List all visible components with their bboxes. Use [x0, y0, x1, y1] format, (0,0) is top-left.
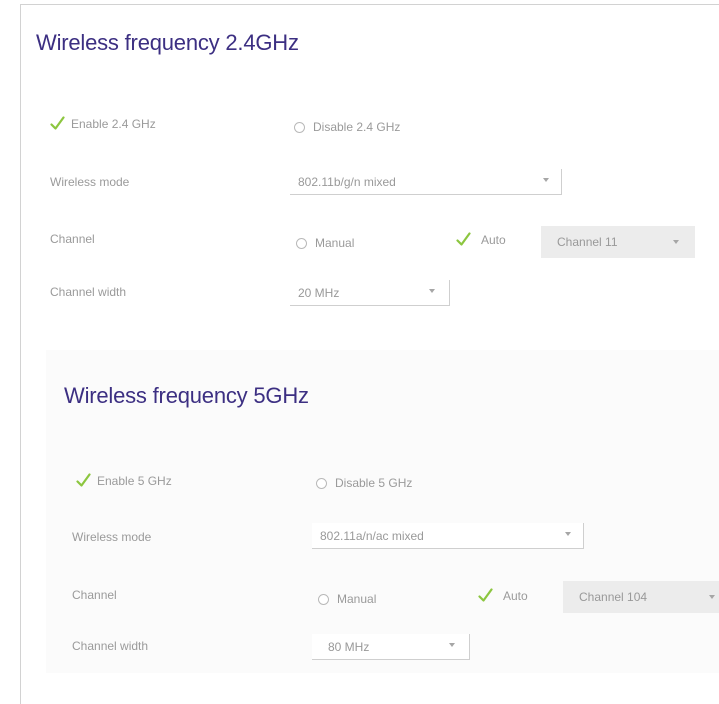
channel-select-2-4ghz[interactable]: Channel 11: [541, 226, 695, 258]
chevron-down-icon: [449, 643, 455, 647]
chevron-down-icon: [565, 532, 571, 536]
manual-label: Manual: [315, 236, 355, 250]
channel-label: Channel: [72, 588, 117, 602]
section-title-5ghz: Wireless frequency 5GHz: [64, 383, 309, 408]
wireless-mode-value: 802.11b/g/n mixed: [298, 174, 396, 189]
chevron-down-icon: [673, 240, 679, 244]
checkmark-icon: [50, 116, 65, 131]
disable-5ghz-label: Disable 5 GHz: [335, 476, 413, 490]
wireless-mode-value: 802.11a/n/ac mixed: [320, 528, 424, 543]
radio-icon: [316, 477, 327, 489]
enable-5ghz-label: Enable 5 GHz: [97, 473, 172, 488]
auto-label: Auto: [481, 232, 506, 247]
auto-label: Auto: [503, 588, 528, 603]
channel-width-label: Channel width: [72, 639, 149, 653]
disable-2-4ghz-label: Disable 2.4 GHz: [313, 120, 401, 134]
wireless-mode-select-5ghz[interactable]: 802.11a/n/ac mixed: [312, 523, 584, 549]
manual-label: Manual: [337, 592, 377, 606]
channel-select-5ghz[interactable]: Channel 104: [563, 581, 719, 613]
disable-2-4ghz-option[interactable]: Disable 2.4 GHz: [294, 120, 400, 134]
wireless-mode-select-2-4ghz[interactable]: 802.11b/g/n mixed: [290, 169, 562, 195]
checkmark-icon: [478, 588, 493, 603]
channel-auto-option-5ghz[interactable]: Auto: [478, 588, 528, 603]
channel-auto-option-2-4ghz[interactable]: Auto: [456, 232, 506, 247]
panel-border: [20, 349, 21, 704]
enable-2-4ghz-option[interactable]: Enable 2.4 GHz: [50, 116, 156, 131]
wireless-mode-label: Wireless mode: [72, 530, 152, 544]
radio-icon: [294, 121, 305, 133]
channel-width-value: 20 MHz: [298, 285, 340, 300]
checkmark-icon: [76, 473, 91, 488]
radio-icon: [318, 593, 329, 605]
disable-5ghz-option[interactable]: Disable 5 GHz: [316, 476, 412, 490]
channel-value: Channel 104: [579, 590, 648, 604]
channel-width-value: 80 MHz: [328, 639, 370, 654]
enable-5ghz-option[interactable]: Enable 5 GHz: [76, 473, 172, 488]
channel-width-select-2-4ghz[interactable]: 20 MHz: [290, 280, 450, 306]
channel-manual-option-5ghz[interactable]: Manual: [318, 592, 376, 606]
radio-icon: [296, 237, 307, 249]
channel-width-label: Channel width: [50, 285, 127, 299]
chevron-down-icon: [709, 595, 715, 599]
channel-label: Channel: [50, 232, 95, 246]
channel-manual-option-2-4ghz[interactable]: Manual: [296, 236, 354, 250]
section-title-2-4ghz: Wireless frequency 2.4GHz: [36, 30, 299, 55]
wireless-mode-label: Wireless mode: [50, 175, 130, 189]
checkmark-icon: [456, 232, 471, 247]
chevron-down-icon: [543, 178, 549, 182]
channel-width-select-5ghz[interactable]: 80 MHz: [312, 634, 470, 660]
channel-value: Channel 11: [557, 235, 618, 249]
chevron-down-icon: [429, 289, 435, 293]
enable-2-4ghz-label: Enable 2.4 GHz: [71, 116, 156, 131]
